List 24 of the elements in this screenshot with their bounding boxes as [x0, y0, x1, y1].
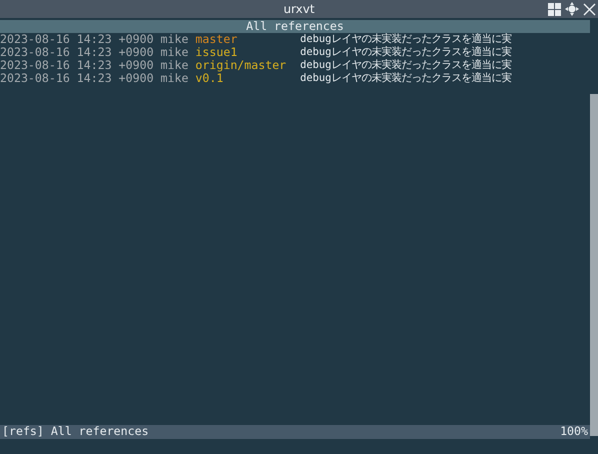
commit-message: debugレイヤの未実装だったクラスを適当に実: [300, 33, 512, 46]
commit-date: 2023-08-16 14:23 +0900: [0, 59, 155, 72]
status-view: [refs] All references: [2, 425, 149, 439]
commit-author: mike: [160, 72, 190, 85]
commit-author: mike: [160, 59, 190, 72]
commit-message: debugレイヤの未実装だったクラスを適当に実: [300, 59, 512, 72]
commit-author: mike: [160, 33, 190, 46]
status-position: 100%: [560, 425, 588, 439]
commit-message: debugレイヤの未実装だったクラスを適当に実: [300, 46, 512, 59]
tile-icon[interactable]: [548, 2, 561, 16]
commit-message: debugレイヤの未実装だったクラスを適当に実: [300, 72, 512, 85]
commit-date: 2023-08-16 14:23 +0900: [0, 46, 155, 59]
commit-date: 2023-08-16 14:23 +0900: [0, 33, 155, 46]
ref-name: master: [195, 33, 238, 46]
scrollbar-thumb[interactable]: [590, 94, 598, 436]
commit-date: 2023-08-16 14:23 +0900: [0, 72, 155, 85]
commit-author: mike: [160, 46, 190, 59]
ref-name: v0.1: [195, 72, 224, 85]
move-icon[interactable]: [565, 2, 579, 16]
ref-name: origin/master: [195, 59, 288, 72]
header-title: All references: [246, 19, 344, 33]
ref-name: issue1: [195, 46, 238, 59]
close-icon[interactable]: [583, 2, 596, 16]
window-title: urxvt: [283, 2, 315, 16]
